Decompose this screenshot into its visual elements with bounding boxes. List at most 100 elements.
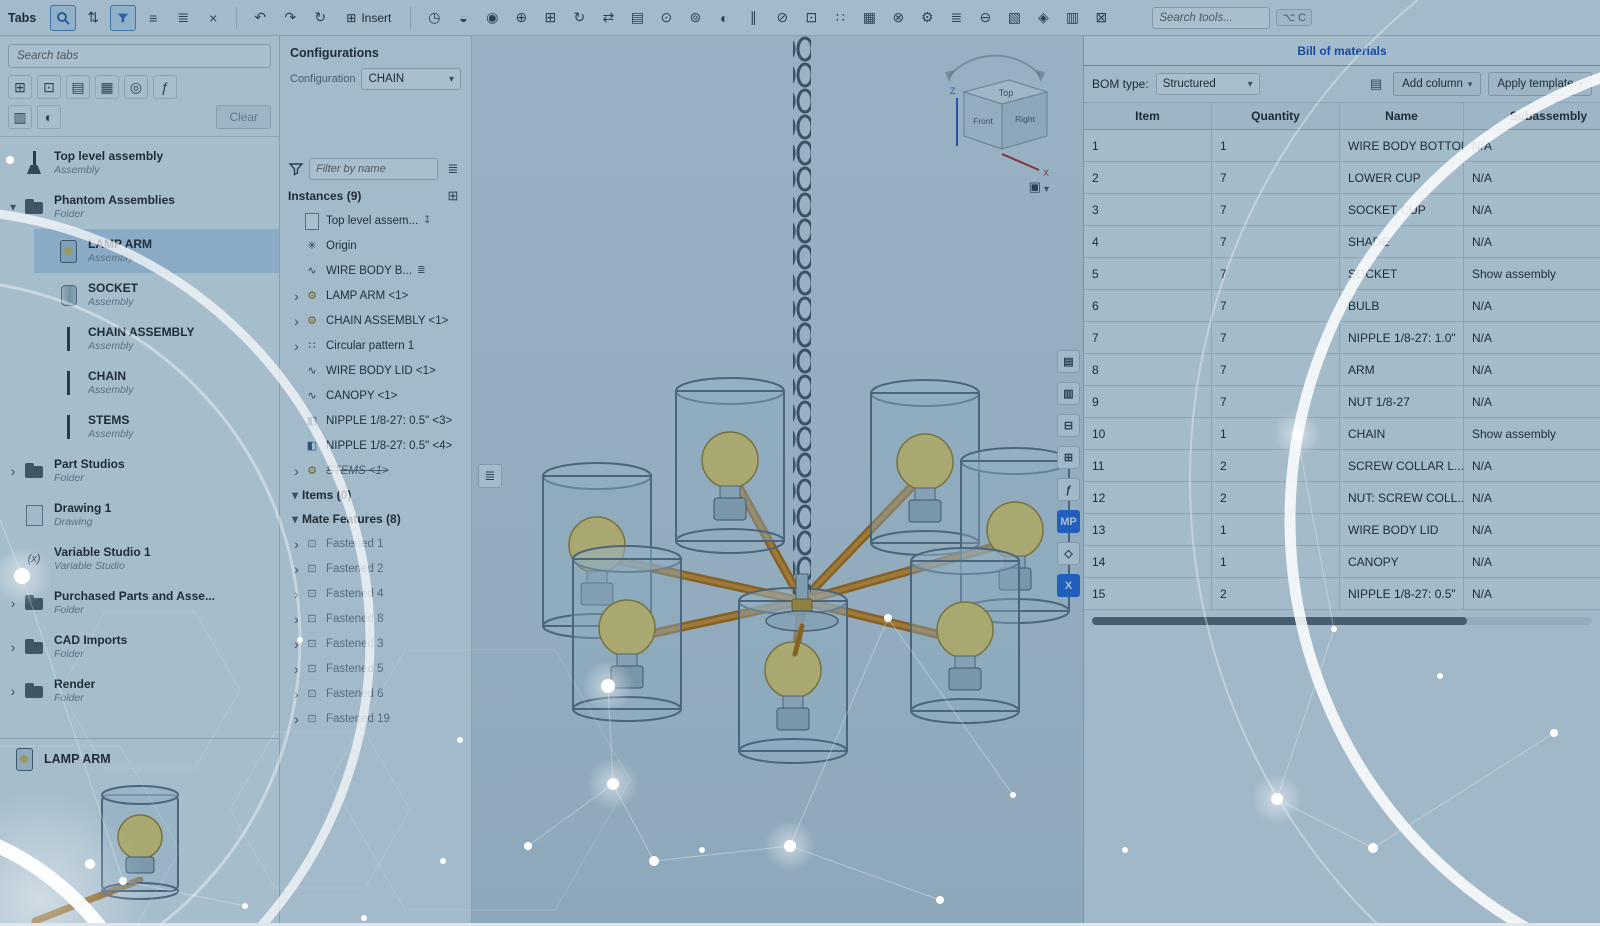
chevron-right-icon[interactable] [290,586,303,602]
bom-horizontal-scrollbar[interactable] [1092,617,1592,625]
tree-item[interactable]: (x) Variable Studio 1 Variable Studio [0,537,279,581]
mate-feature-row[interactable]: ⊡ Fastened 4 [280,581,471,606]
group-icon[interactable]: ⊞ [537,5,563,31]
chevron-right-icon[interactable] [290,711,303,727]
mate-feature-row[interactable]: ⊡ Fastened 8 [280,606,471,631]
search-tools-input[interactable] [1152,7,1270,29]
insert-button[interactable]: ⊞ Insert [337,5,400,31]
bom-row[interactable]: 5 7 SOCKET Show assembly [1084,258,1600,290]
items-header[interactable]: Items (0) [280,483,471,507]
chevron-right-icon[interactable] [290,686,303,702]
slider-mate-icon[interactable]: ⇄ [595,5,621,31]
bom-col-item[interactable]: Item [1084,103,1212,129]
filter-tabs-icon[interactable] [110,5,136,31]
planar-mate-icon[interactable]: ▤ [624,5,650,31]
hole-tool-icon[interactable]: ⊠ [1088,5,1114,31]
instance-row[interactable]: ∿ CANOPY <1> [280,383,471,408]
measure-icon[interactable]: ◷ [421,5,447,31]
chevron-right-icon[interactable] [290,636,303,652]
mate-feature-row[interactable]: ⊡ Fastened 19 [280,706,471,731]
view-cube-menu-button[interactable]: ▣ [1023,176,1055,198]
chevron-icon[interactable] [290,463,303,479]
structure-panel-icon[interactable]: ⊟ [1057,414,1080,437]
view-cube-front-label[interactable]: Front [973,116,993,126]
box-select-icon[interactable]: ◇ [1057,542,1080,565]
view-cube-top-label[interactable]: Top [999,88,1014,98]
chevron-icon[interactable] [290,288,303,304]
sheet-panel-icon[interactable]: ⊞ [1057,446,1080,469]
screw-relation-icon[interactable]: ⊖ [972,5,998,31]
fastened-mate-icon[interactable]: ⊡ [798,5,824,31]
instance-row[interactable]: Top level assem... ↧ [280,208,471,233]
ball-mate-icon[interactable]: ◐ [711,5,737,31]
belt-relation-icon[interactable]: ⊗ [885,5,911,31]
bom-row[interactable]: 6 7 BULB N/A [1084,290,1600,322]
tree-item[interactable]: CAD Imports Folder [0,625,279,669]
scrollbar-thumb[interactable] [1092,617,1467,625]
tree-item[interactable]: CHAIN Assembly [34,361,279,405]
appearance-panel-icon[interactable]: ▥ [1057,382,1080,405]
bom-col-name[interactable]: Name [1340,103,1464,129]
bom-row[interactable]: 13 1 WIRE BODY LID N/A [1084,514,1600,546]
menu-icon[interactable]: ≡ [140,5,166,31]
new-part-studio-icon[interactable]: ⊞ [8,75,32,99]
bom-row[interactable]: 7 7 NIPPLE 1/8-27: 1.0" N/A [1084,322,1600,354]
bom-row[interactable]: 2 7 LOWER CUP N/A [1084,162,1600,194]
chevron-right-icon[interactable] [290,561,303,577]
mp-panel-icon[interactable]: MP [1057,510,1080,533]
export-excel-icon[interactable]: X [1057,574,1080,597]
tangent-mate-icon[interactable]: ⊘ [769,5,795,31]
named-views-icon[interactable]: ◉ [479,5,505,31]
section-view-icon[interactable]: ◒ [450,5,476,31]
tree-item[interactable]: Render Folder [0,669,279,713]
revolute-mate-icon[interactable]: ↻ [566,5,592,31]
3d-viewport[interactable]: Top Front Right Z X ▣ ≣ ▤ ▥ ⊟ ⊞ ƒ MP ◇ X [472,36,1083,923]
chevron-icon[interactable] [6,463,20,479]
tree-item[interactable]: Phantom Assemblies Folder [0,185,279,229]
mate-feature-row[interactable]: ⊡ Fastened 3 [280,631,471,656]
instance-row[interactable]: ◧ NIPPLE 1/8-27: 0.5" <3> [280,408,471,433]
bom-flyout-icon[interactable]: ▤ [1057,350,1080,373]
tree-item[interactable]: Purchased Parts and Asse... Folder [0,581,279,625]
tree-item[interactable]: Drawing 1 Drawing [0,493,279,537]
bom-col-subassembly[interactable]: Subassembly [1464,103,1600,129]
chevron-right-icon[interactable] [290,661,303,677]
tree-item[interactable]: LAMP ARM Assembly [34,229,279,273]
bom-export-icon[interactable]: ▤ [1366,74,1386,94]
view-cube-right-label[interactable]: Right [1015,114,1035,124]
tree-item[interactable]: CHAIN ASSEMBLY Assembly [34,317,279,361]
instance-row[interactable]: ∷ Circular pattern 1 [280,333,471,358]
bom-row[interactable]: 1 1 WIRE BODY BOTTOM N/A [1084,130,1600,162]
instance-row[interactable]: ⚙ STEMS <1> [280,458,471,483]
list-options-icon[interactable]: ≣ [443,159,463,179]
chevron-icon[interactable] [290,313,303,329]
mate-feature-row[interactable]: ⊡ Fastened 1 [280,531,471,556]
clear-filter-button[interactable]: Clear [216,105,271,129]
bom-tool-icon[interactable]: ▥ [1059,5,1085,31]
instance-row[interactable]: ⚙ LAMP ARM <1> [280,283,471,308]
bom-row[interactable]: 3 7 SOCKET CUP N/A [1084,194,1600,226]
gear-relation-icon[interactable]: ⚙ [914,5,940,31]
bom-row[interactable]: 10 1 CHAIN Show assembly [1084,418,1600,450]
exploded-view-icon[interactable]: ◈ [1030,5,1056,31]
tree-item[interactable]: Top level assembly Assembly [0,141,279,185]
tree-item[interactable]: Part Studios Folder [0,449,279,493]
bom-row[interactable]: 12 2 NUT: SCREW COLL... N/A [1084,482,1600,514]
new-render-icon[interactable]: ◐ [37,105,61,129]
mate-features-header[interactable]: Mate Features (8) [280,507,471,531]
mate-feature-row[interactable]: ⊡ Fastened 6 [280,681,471,706]
view-list-button[interactable]: ≣ [478,464,502,488]
scan-icon[interactable]: ◎ [124,75,148,99]
tree-item[interactable]: STEMS Assembly [34,405,279,449]
search-tabs-icon[interactable] [50,5,76,31]
pattern-icon[interactable]: ∷ [827,5,853,31]
apply-template-button[interactable]: Apply template [1488,72,1592,96]
bom-col-quantity[interactable]: Quantity [1212,103,1340,129]
filter-by-name-input[interactable] [309,158,438,180]
list-view-icon[interactable]: ≣ [170,5,196,31]
bom-row[interactable]: 15 2 NIPPLE 1/8-27: 0.5" N/A [1084,578,1600,610]
tree-item[interactable]: SOCKET Assembly [34,273,279,317]
rack-pinion-icon[interactable]: ≣ [943,5,969,31]
bom-row[interactable]: 8 7 ARM N/A [1084,354,1600,386]
bom-row[interactable]: 9 7 NUT 1/8-27 N/A [1084,386,1600,418]
